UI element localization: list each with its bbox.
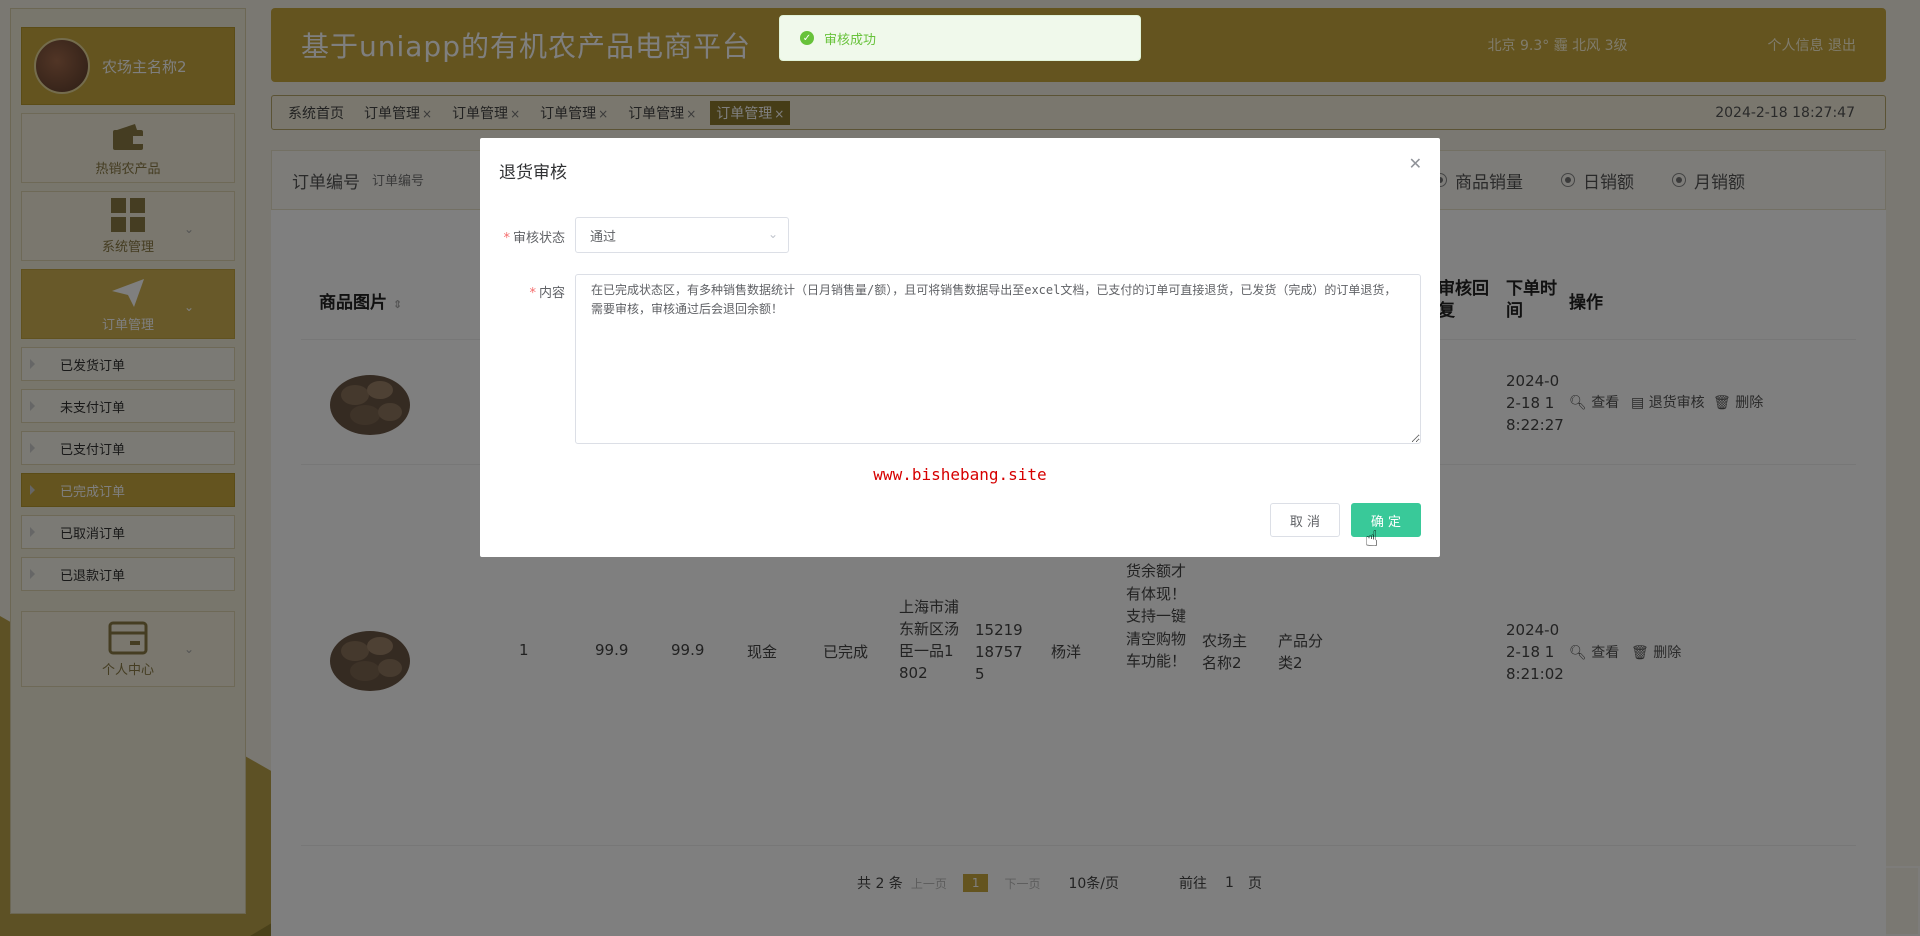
chevron-down-icon: ⌄ [767,227,778,241]
check-circle-icon: ✓ [800,31,814,45]
dialog-title: 退货审核 [499,163,567,183]
watermark-text: www.bishebang.site [873,465,1047,484]
review-status-select[interactable]: 通过 ⌄ [575,217,789,253]
status-label: * 审核状态 [503,231,565,246]
success-toast: ✓ 审核成功 [779,15,1141,61]
hand-cursor-icon: ☝ [1365,527,1379,552]
cancel-button[interactable]: 取 消 [1270,503,1340,537]
content-label: * 内容 [529,286,565,301]
confirm-button[interactable]: 确 定 [1351,503,1421,537]
toast-text: 审核成功 [824,32,877,48]
return-review-dialog: 退货审核 ✕ * 审核状态 通过 ⌄ * 内容 在已完成状态区，有多种销售数据统计（… [480,138,1440,557]
content-textarea[interactable]: 在已完成状态区，有多种销售数据统计（日月销售量/额），且可将销售数据导出至exc… [575,274,1421,444]
close-icon[interactable]: ✕ [1409,154,1422,173]
